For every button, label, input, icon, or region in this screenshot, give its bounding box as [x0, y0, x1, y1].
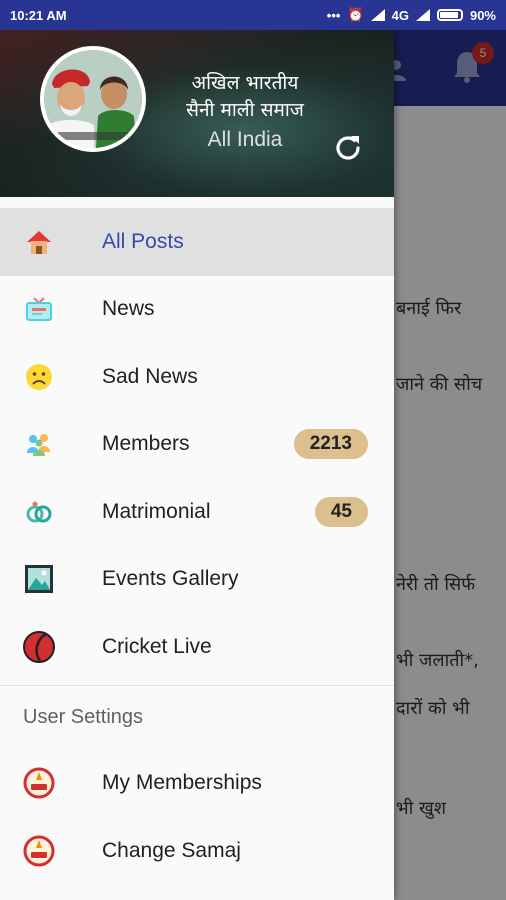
signal-icon: [370, 9, 385, 21]
menu-item-matrimonial[interactable]: Matrimonial 45: [0, 478, 394, 546]
drawer-menu: All Posts News Sad News Members 2213 Mat…: [0, 208, 394, 885]
rings-icon: [22, 495, 56, 529]
status-icons: ••• ⏰ 4G 90%: [327, 7, 496, 23]
battery-level: 90%: [469, 7, 496, 23]
gallery-icon: [22, 562, 56, 596]
members-count-badge: 2213: [293, 429, 368, 460]
samaj-avatar[interactable]: [40, 46, 146, 152]
alarm-icon: ⏰: [347, 7, 364, 22]
battery-icon: [436, 9, 463, 21]
region-label: All India: [207, 128, 283, 151]
signal-2-icon: [415, 9, 430, 21]
navigation-drawer: अखिल भारतीय सैनी माली समाज All India All…: [0, 30, 394, 900]
cricket-ball-icon: [22, 630, 56, 664]
samaj-logo-icon: [22, 834, 56, 868]
menu-label: Events Gallery: [102, 567, 239, 591]
menu-label: Sad News: [102, 364, 198, 388]
menu-item-cricket-live[interactable]: Cricket Live: [0, 613, 394, 681]
tv-icon: [22, 292, 56, 326]
samaj-title: अखिल भारतीय सैनी माली समाज: [186, 72, 304, 121]
menu-item-sad-news[interactable]: Sad News: [0, 343, 394, 411]
people-icon: [22, 427, 56, 461]
menu-label: Matrimonial: [102, 499, 211, 523]
drawer-header: अखिल भारतीय सैनी माली समाज All India: [0, 30, 394, 197]
menu-label: Cricket Live: [102, 634, 212, 658]
home-icon: [22, 225, 56, 259]
menu-label: Change Samaj: [102, 838, 241, 862]
menu-label: My Memberships: [102, 771, 262, 795]
menu-item-all-posts[interactable]: All Posts: [0, 208, 394, 276]
sad-face-icon: [22, 360, 56, 394]
refresh-icon[interactable]: [332, 132, 364, 164]
user-settings-header: User Settings: [23, 706, 144, 728]
matrimonial-count-badge: 45: [314, 496, 368, 527]
status-bar: 10:21 AM ••• ⏰ 4G 90%: [0, 0, 506, 30]
menu-item-my-memberships[interactable]: My Memberships: [0, 750, 394, 818]
menu-label: Members: [102, 432, 190, 456]
status-time: 10:21 AM: [10, 7, 67, 23]
menu-item-news[interactable]: News: [0, 276, 394, 344]
samaj-logo-icon: [22, 766, 56, 800]
menu-item-events-gallery[interactable]: Events Gallery: [0, 546, 394, 614]
more-dots-icon: •••: [326, 7, 341, 23]
network-type: 4G: [391, 7, 409, 23]
menu-label: News: [102, 297, 155, 321]
menu-item-members[interactable]: Members 2213: [0, 411, 394, 479]
menu-item-change-samaj[interactable]: Change Samaj: [0, 817, 394, 885]
avatar-portrait-icon: [44, 50, 142, 148]
menu-label: All Posts: [102, 229, 184, 253]
